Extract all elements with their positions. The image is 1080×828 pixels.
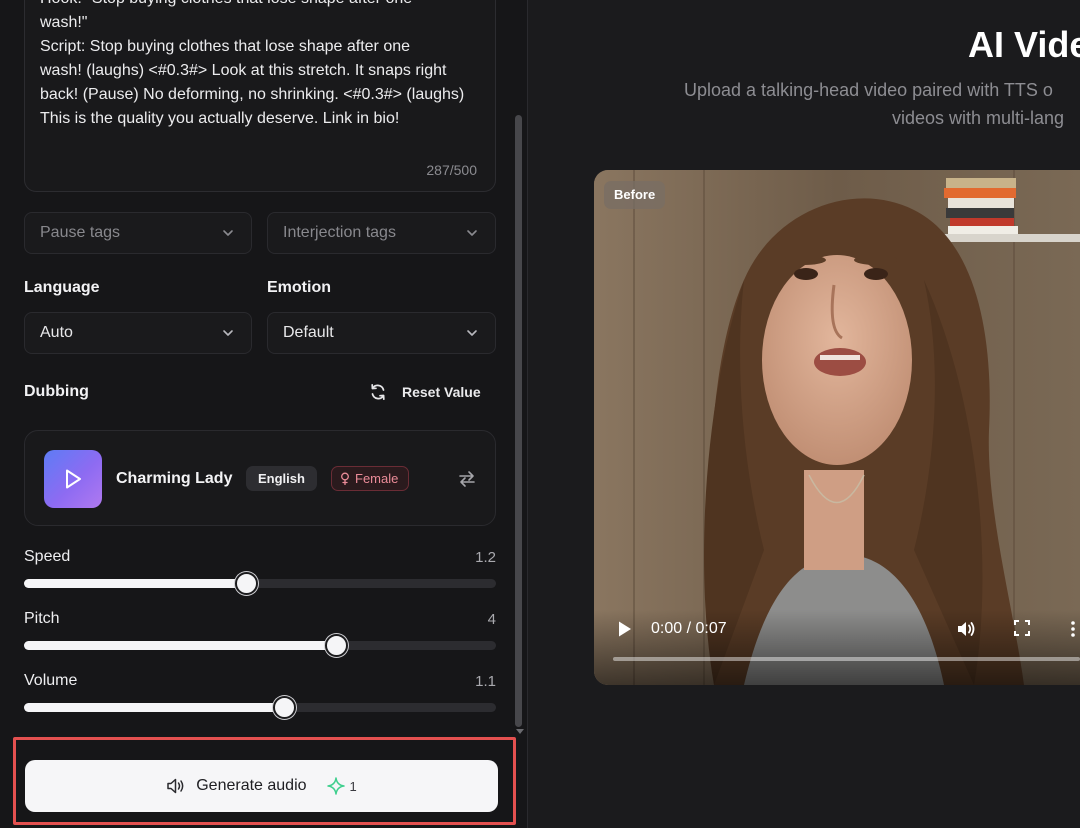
fullscreen-icon[interactable] [1014,620,1030,636]
emotion-value: Default [283,324,334,341]
speed-slider[interactable] [24,572,496,595]
speaker-icon [167,778,184,794]
more-options-icon[interactable] [1070,620,1076,638]
play-icon [66,469,81,489]
refresh-icon [371,383,385,401]
credit-cost-value: 1 [349,778,357,794]
generate-audio-label: Generate audio [196,777,307,794]
volume-label: Volume [24,672,78,689]
chevron-down-icon [467,330,477,336]
voice-card[interactable]: Charming Lady English Female [24,430,496,526]
settings-panel: Hook: "Stop buying clothes that lose sha… [0,0,528,828]
volume-slider-thumb[interactable] [273,696,296,719]
emotion-label: Emotion [267,279,331,296]
hero-subtitle-line-1: Upload a talking-head video paired with … [684,80,1053,100]
voice-avatar[interactable] [44,450,102,508]
video-time: 0:00 / 0:07 [651,620,727,637]
gender-tag-label: Female [355,471,399,486]
language-tag: English [246,466,317,491]
reset-value-button[interactable]: Reset Value [368,381,481,403]
chevron-down-icon [467,230,477,236]
volume-slider[interactable] [24,696,496,719]
pitch-value: 4 [487,611,496,628]
dubbing-label: Dubbing [24,383,89,400]
video-progress-bar[interactable] [613,657,1080,661]
volume-icon[interactable] [956,619,976,639]
generate-audio-button[interactable]: Generate audio 1 [25,760,498,812]
speed-slider-thumb[interactable] [235,572,258,595]
language-label: Language [24,279,100,296]
speed-value: 1.2 [475,549,496,566]
video-player[interactable]: Before 0:00 / 0:07 [594,170,1080,685]
interjection-tags-dropdown[interactable]: Interjection tags [267,212,496,254]
speed-slider-fill [24,579,246,588]
before-badge: Before [604,181,666,209]
panel-scrollbar[interactable] [515,115,522,727]
female-icon [341,472,349,485]
video-controls: 0:00 / 0:07 [594,610,1080,685]
language-value: Auto [40,324,73,341]
reset-value-label: Reset Value [402,384,481,400]
volume-slider-fill [24,703,284,712]
play-icon[interactable] [618,621,632,637]
script-text[interactable]: Hook: "Stop buying clothes that lose sha… [40,0,490,131]
gender-tag: Female [331,466,410,491]
interjection-tags-placeholder: Interjection tags [283,224,396,241]
hero-title: AI Vide [968,24,1080,65]
language-select[interactable]: Auto [24,312,252,354]
voice-name: Charming Lady [116,470,233,487]
pitch-slider-thumb[interactable] [325,634,348,657]
pitch-slider-fill [24,641,336,650]
char-counter: 287/500 [426,162,477,178]
script-textarea[interactable]: Hook: "Stop buying clothes that lose sha… [24,0,496,192]
sparkle-icon [326,777,345,795]
hero-subtitle-line-2: videos with multi-lang [892,108,1065,128]
pitch-label: Pitch [24,610,60,627]
pause-tags-placeholder: Pause tags [40,224,121,241]
emotion-select[interactable]: Default [267,312,496,354]
video-frame-image [594,170,1080,685]
credit-cost: 1 [326,777,357,795]
chevron-down-icon [223,330,233,336]
volume-value: 1.1 [475,673,496,690]
chevron-down-icon [223,230,233,236]
scroll-down-arrow-icon[interactable] [516,729,524,734]
pitch-slider[interactable] [24,634,496,657]
swap-icon[interactable] [457,469,477,489]
speed-label: Speed [24,548,71,565]
pause-tags-dropdown[interactable]: Pause tags [24,212,252,254]
